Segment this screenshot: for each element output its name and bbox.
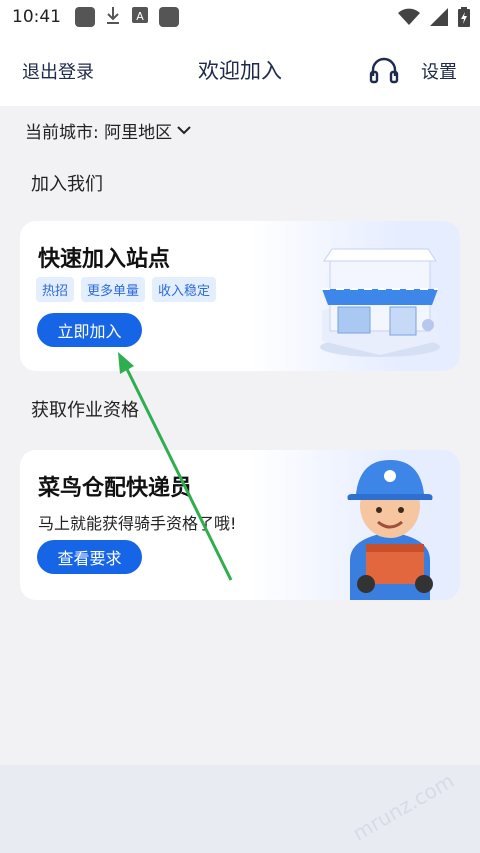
annotation-arrow	[118, 352, 233, 581]
